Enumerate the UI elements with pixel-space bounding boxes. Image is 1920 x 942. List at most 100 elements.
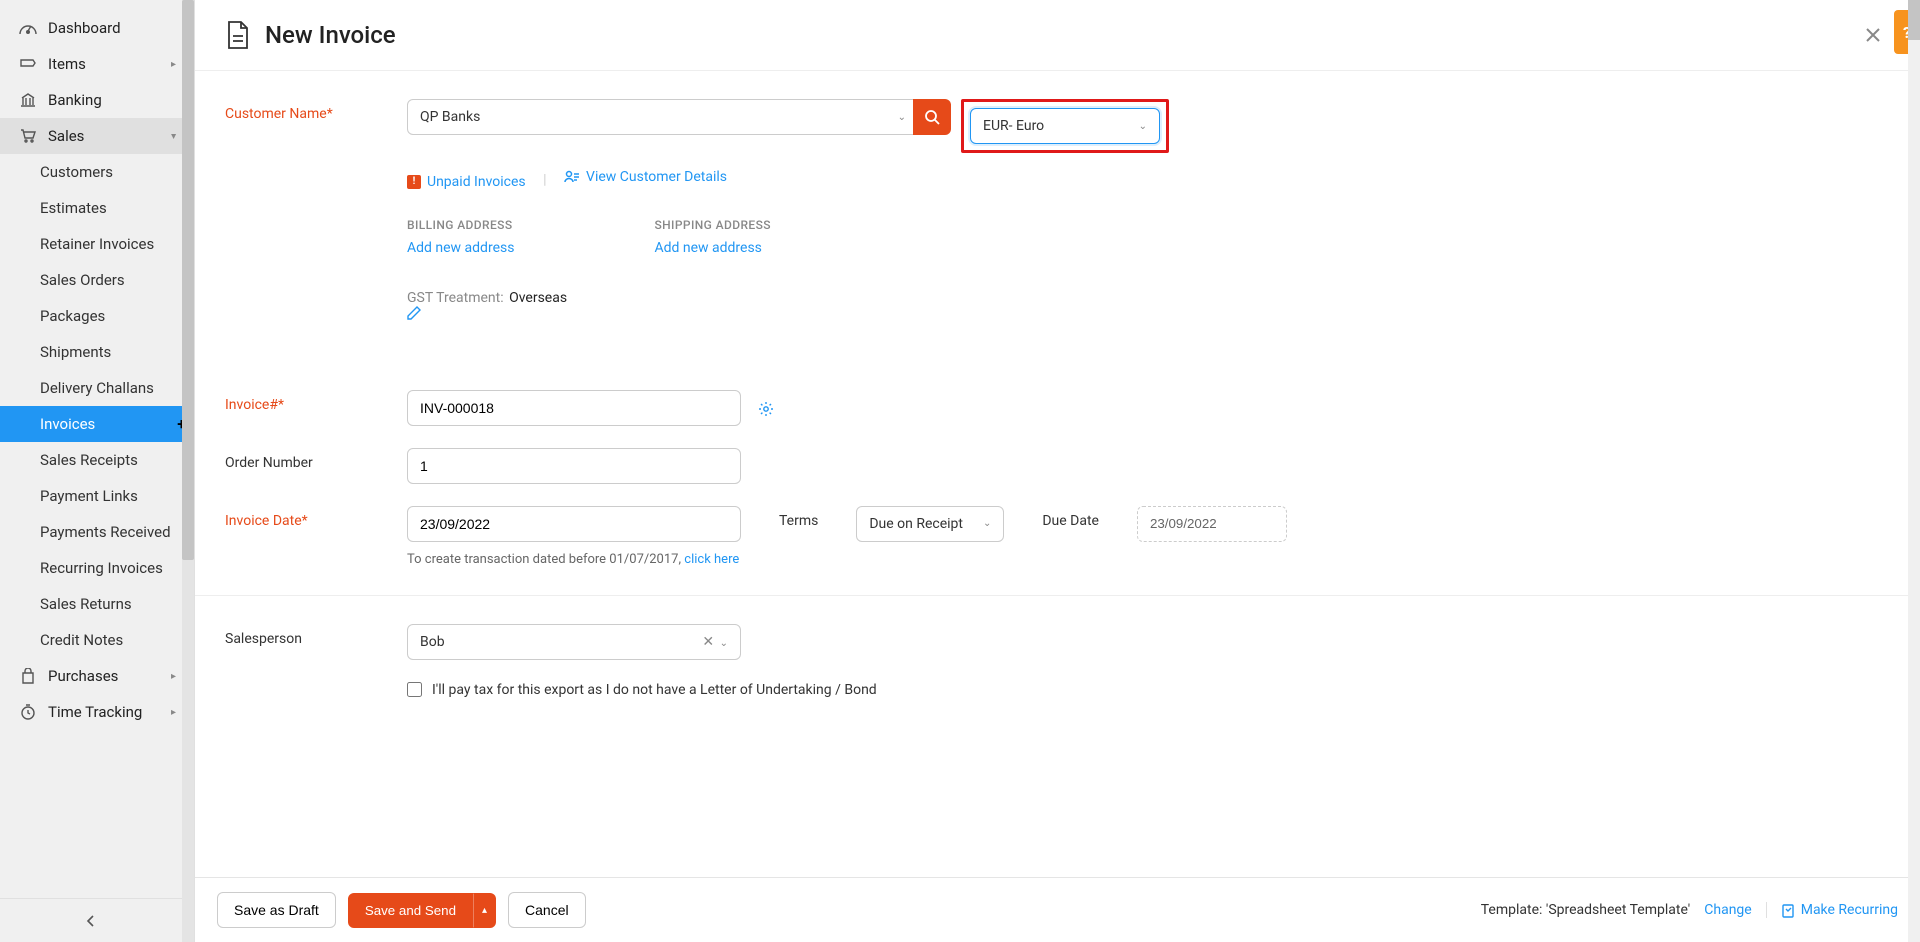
main-scroll-thumb[interactable] [1908, 0, 1920, 40]
salesperson-value: Bob [420, 634, 445, 650]
sidebar-label: Items [48, 55, 86, 73]
customer-name-label: Customer Name* [225, 99, 407, 122]
currency-select-value: EUR- Euro [983, 118, 1044, 134]
sidebar-sub-sales-receipts[interactable]: Sales Receipts [0, 442, 194, 478]
customer-select[interactable]: QP Banks ⌄ [407, 99, 919, 135]
bank-icon [18, 92, 38, 108]
invoice-number-label: Invoice#* [225, 390, 407, 413]
recurring-icon [1781, 902, 1795, 918]
save-and-send-dropdown[interactable]: ▴ [473, 893, 496, 928]
invoice-number-input[interactable] [407, 390, 741, 426]
edit-gst-button[interactable] [407, 306, 1890, 320]
chevron-down-icon: ⌄ [898, 112, 906, 123]
sidebar-sub-customers[interactable]: Customers [0, 154, 194, 190]
sidebar-item-items[interactable]: Items ▸ [0, 46, 194, 82]
chevron-down-icon: ▸ [168, 133, 179, 138]
sidebar-sub-payment-links[interactable]: Payment Links [0, 478, 194, 514]
sidebar-label: Purchases [48, 667, 118, 685]
currency-select[interactable]: EUR- Euro ⌄ [970, 108, 1160, 144]
person-icon [564, 170, 580, 184]
sidebar-item-banking[interactable]: Banking [0, 82, 194, 118]
main-scrollbar[interactable] [1908, 0, 1920, 942]
sidebar-sub-shipments[interactable]: Shipments [0, 334, 194, 370]
terms-select-value: Due on Receipt [869, 516, 963, 532]
add-shipping-address-link[interactable]: Add new address [654, 240, 761, 256]
sidebar-label: Sales [48, 127, 84, 145]
sidebar-scroll-thumb[interactable] [182, 0, 194, 560]
cancel-button[interactable]: Cancel [508, 892, 586, 928]
save-and-send-button[interactable]: Save and Send [348, 893, 473, 928]
save-as-draft-button[interactable]: Save as Draft [217, 892, 336, 928]
make-recurring-link[interactable]: Make Recurring [1766, 902, 1898, 918]
tag-icon [18, 56, 38, 72]
sidebar-label: Dashboard [48, 19, 121, 37]
customer-search-button[interactable] [913, 99, 951, 135]
sidebar-scrollbar[interactable] [182, 0, 194, 942]
chevron-right-icon: ▸ [171, 707, 176, 718]
sidebar: Dashboard Items ▸ Banking Sales ▸ Custom… [0, 0, 195, 942]
unpaid-invoices-link[interactable]: ! Unpaid Invoices [407, 174, 526, 190]
chevron-left-icon [84, 914, 98, 928]
sidebar-sub-sales-returns[interactable]: Sales Returns [0, 586, 194, 622]
invoice-date-input[interactable] [407, 506, 741, 542]
sidebar-sub-sales-orders[interactable]: Sales Orders [0, 262, 194, 298]
due-date-label: Due Date [1042, 506, 1099, 529]
terms-select[interactable]: Due on Receipt ⌄ [856, 506, 1004, 542]
separator: | [543, 172, 546, 188]
bag-icon [18, 668, 38, 684]
sidebar-sub-payments-received[interactable]: Payments Received [0, 514, 194, 550]
sidebar-sub-packages[interactable]: Packages [0, 298, 194, 334]
add-billing-address-link[interactable]: Add new address [407, 240, 514, 256]
page-header: New Invoice [195, 0, 1920, 71]
warning-icon: ! [407, 175, 421, 189]
clear-salesperson-button[interactable]: ✕ [702, 634, 714, 650]
chevron-right-icon: ▸ [171, 671, 176, 682]
template-label: Template: [1481, 902, 1543, 918]
close-icon [1864, 26, 1882, 44]
salesperson-label: Salesperson [225, 624, 407, 647]
sidebar-item-timetracking[interactable]: Time Tracking ▸ [0, 694, 194, 730]
chevron-down-icon: ⌄ [720, 638, 728, 649]
invoice-date-hint: To create transaction dated before 01/07… [407, 552, 684, 567]
sidebar-sub-invoices[interactable]: Invoices+ [0, 406, 194, 442]
form-body: Customer Name* QP Banks ⌄ EUR- Euro [195, 71, 1920, 877]
sidebar-sub-recurring-invoices[interactable]: Recurring Invoices [0, 550, 194, 586]
close-button[interactable] [1856, 22, 1890, 48]
page-title: New Invoice [265, 21, 1856, 49]
sidebar-item-dashboard[interactable]: Dashboard [0, 10, 194, 46]
terms-label: Terms [779, 506, 818, 529]
pay-tax-checkbox-label: I'll pay tax for this export as I do not… [432, 682, 877, 698]
order-number-label: Order Number [225, 448, 407, 471]
dashboard-icon [18, 21, 38, 35]
sidebar-sub-delivery-challans[interactable]: Delivery Challans [0, 370, 194, 406]
sidebar-sub-credit-notes[interactable]: Credit Notes [0, 622, 194, 658]
salesperson-select[interactable]: Bob ✕ ⌄ [407, 624, 741, 660]
shipping-address-header: SHIPPING ADDRESS [654, 218, 770, 232]
clock-icon [18, 704, 38, 720]
caret-up-icon: ▴ [482, 905, 487, 916]
main: New Invoice ? Customer Name* QP Banks ⌄ [195, 0, 1920, 942]
sidebar-label: Banking [48, 91, 102, 109]
footer-bar: Save as Draft Save and Send ▴ Cancel Tem… [195, 877, 1920, 942]
pay-tax-checkbox[interactable] [407, 682, 422, 697]
chevron-down-icon: ⌄ [1139, 121, 1147, 132]
sidebar-label: Time Tracking [48, 703, 142, 721]
gear-icon [758, 401, 774, 417]
invoice-number-settings-button[interactable] [756, 399, 776, 419]
sidebar-sub-retainer-invoices[interactable]: Retainer Invoices [0, 226, 194, 262]
sidebar-item-purchases[interactable]: Purchases ▸ [0, 658, 194, 694]
search-icon [924, 109, 940, 125]
currency-highlight-box: EUR- Euro ⌄ [961, 99, 1169, 153]
order-number-input[interactable] [407, 448, 741, 484]
sidebar-collapse-button[interactable] [0, 898, 182, 942]
sidebar-sub-estimates[interactable]: Estimates [0, 190, 194, 226]
invoice-date-hint-link[interactable]: click here [684, 552, 739, 567]
sidebar-item-sales[interactable]: Sales ▸ [0, 118, 194, 154]
invoice-date-label: Invoice Date* [225, 506, 407, 529]
due-date-input[interactable] [1137, 506, 1287, 542]
template-name: 'Spreadsheet Template' [1546, 902, 1690, 918]
pencil-icon [407, 306, 421, 320]
view-customer-details-link[interactable]: View Customer Details [564, 169, 727, 185]
change-template-link[interactable]: Change [1704, 902, 1751, 918]
document-icon [225, 20, 251, 50]
